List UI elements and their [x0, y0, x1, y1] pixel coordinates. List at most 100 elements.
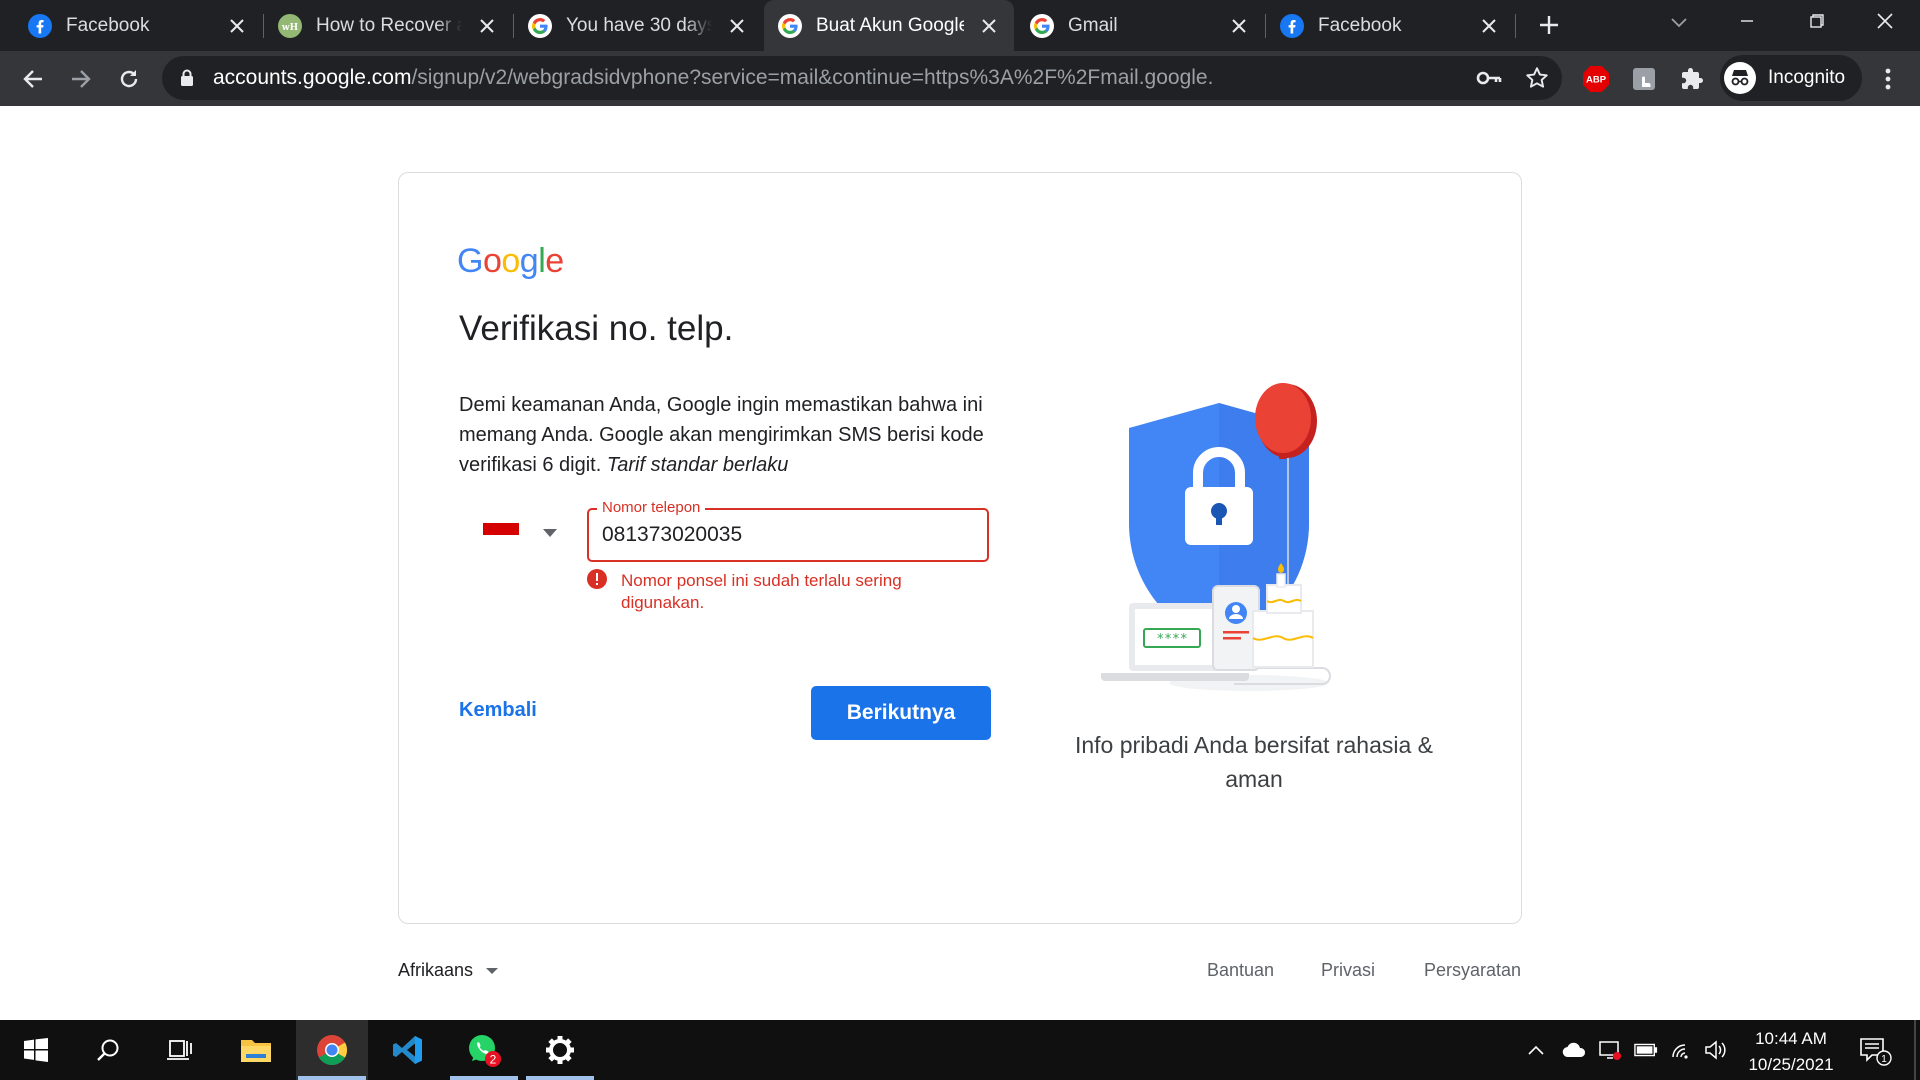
close-tab-icon[interactable] — [228, 17, 246, 35]
plus-icon — [1540, 16, 1558, 34]
whatsapp-badge: 2 — [490, 1053, 497, 1067]
wifi-icon[interactable] — [1670, 1038, 1694, 1062]
back-link[interactable]: Kembali — [459, 699, 537, 722]
clock-date: 10/25/2021 — [1748, 1055, 1834, 1074]
phone-value[interactable]: 081373020035 — [602, 523, 742, 547]
tab-gmail[interactable]: Gmail — [1016, 0, 1264, 51]
privacy-link[interactable]: Privasi — [1321, 960, 1375, 981]
google-icon — [1030, 14, 1054, 38]
search-icon — [97, 1039, 119, 1061]
facebook-icon — [1280, 14, 1304, 38]
next-button[interactable]: Berikutnya — [811, 686, 991, 740]
notification-center-icon[interactable]: 1 — [1858, 1036, 1892, 1066]
help-link[interactable]: Bantuan — [1207, 960, 1274, 981]
phone-label: Nomor telepon — [597, 499, 706, 517]
url-text: accounts.google.com/signup/v2/webgradsid… — [213, 66, 1213, 90]
close-tab-icon[interactable] — [980, 17, 998, 35]
onedrive-icon[interactable] — [1562, 1038, 1586, 1062]
incognito-badge[interactable]: Incognito — [1720, 55, 1862, 101]
close-icon — [1877, 13, 1893, 29]
chrome-app[interactable] — [296, 1020, 368, 1080]
close-tab-icon[interactable] — [1480, 17, 1498, 35]
notification-count: 1 — [1881, 1054, 1887, 1065]
facebook-icon — [28, 14, 52, 38]
language-selector[interactable]: Afrikaans — [398, 960, 499, 981]
task-view-icon — [167, 1040, 192, 1060]
close-tab-icon[interactable] — [478, 17, 496, 35]
page-title: Verifikasi no. telp. — [459, 309, 734, 348]
lock-icon — [180, 69, 194, 87]
signup-card: Google Verifikasi no. telp. Demi keamana… — [398, 172, 1522, 924]
start-button[interactable] — [0, 1020, 72, 1080]
settings-app[interactable] — [524, 1020, 596, 1080]
abp-label: ABP — [1586, 75, 1607, 86]
close-tab-icon[interactable] — [1230, 17, 1248, 35]
tab-title: Facebook — [1318, 15, 1402, 36]
clock[interactable]: 10:44 AM 10/25/2021 — [1736, 1026, 1846, 1078]
close-window-button[interactable] — [1852, 0, 1918, 42]
battery-icon[interactable] — [1634, 1038, 1658, 1062]
tab-strip: Facebook wH How to Recover a D You have … — [0, 0, 1920, 51]
search-button[interactable] — [72, 1020, 144, 1080]
file-explorer-app[interactable] — [220, 1020, 292, 1080]
key-icon[interactable] — [1476, 67, 1502, 89]
tab-facebook-1[interactable]: Facebook — [14, 0, 262, 51]
tab-title: Buat Akun Google — [816, 15, 964, 36]
clock-time: 10:44 AM — [1755, 1029, 1827, 1048]
whatsapp-icon: 2 — [469, 1035, 501, 1067]
vscode-icon — [393, 1036, 422, 1064]
language-label: Afrikaans — [398, 960, 474, 980]
tab-buat-akun-google[interactable]: Buat Akun Google — [764, 0, 1014, 51]
terms-link[interactable]: Persyaratan — [1424, 960, 1521, 981]
security-illustration: **** — [1099, 373, 1399, 713]
windows-icon — [24, 1038, 48, 1062]
tab-title: Gmail — [1068, 15, 1118, 36]
vscode-app[interactable] — [372, 1020, 444, 1080]
more-vert-icon — [1885, 68, 1891, 90]
task-view-button[interactable] — [144, 1020, 216, 1080]
description: Demi keamanan Anda, Google ingin memasti… — [459, 390, 1009, 480]
windows-taskbar: 2 10:44 AM 10/25/2021 1 — [0, 1020, 1920, 1080]
error-message: Nomor ponsel ini sudah terlalu sering di… — [621, 571, 902, 612]
whatsapp-app[interactable]: 2 — [448, 1020, 520, 1080]
close-tab-icon[interactable] — [728, 17, 746, 35]
tab-google-30days[interactable]: You have 30 days a — [514, 0, 762, 51]
address-bar[interactable]: accounts.google.com/signup/v2/webgradsid… — [162, 56, 1562, 100]
browser-toolbar: accounts.google.com/signup/v2/webgradsid… — [0, 51, 1920, 106]
show-desktop-button[interactable] — [1914, 1020, 1916, 1080]
abp-extension-icon[interactable]: ABP — [1581, 64, 1611, 94]
new-tab-button[interactable] — [1516, 4, 1582, 46]
incognito-icon — [1724, 62, 1756, 94]
phone-number-input[interactable]: Nomor telepon 081373020035 — [587, 499, 989, 562]
url-path: /signup/v2/webgradsidvphone?service=mail… — [411, 66, 1213, 89]
privacy-caption: Info pribadi Anda bersifat rahasia & ama… — [1074, 732, 1433, 792]
back-nav-button[interactable] — [18, 64, 48, 94]
password-mask: **** — [1156, 632, 1187, 647]
tab-title: You have 30 days a — [566, 15, 712, 36]
tab-search-button[interactable] — [1646, 2, 1712, 44]
tab-facebook-2[interactable]: Facebook — [1266, 0, 1514, 51]
gear-icon — [546, 1036, 574, 1064]
reload-icon — [120, 70, 138, 88]
chrome-icon — [317, 1035, 348, 1066]
arrow-left-icon — [23, 70, 42, 88]
menu-button[interactable] — [1873, 64, 1903, 94]
reload-button[interactable] — [114, 64, 144, 94]
country-flag-icon[interactable] — [483, 523, 519, 547]
volume-icon[interactable] — [1704, 1038, 1728, 1062]
error-icon — [587, 569, 607, 589]
google-icon — [528, 14, 552, 38]
restore-button[interactable] — [1784, 0, 1850, 42]
touch-extension-icon[interactable] — [1629, 64, 1659, 94]
tab-wikihow[interactable]: wH How to Recover a D — [264, 0, 512, 51]
minimize-button[interactable] — [1714, 0, 1780, 42]
forward-nav-button[interactable] — [66, 64, 96, 94]
star-icon[interactable] — [1524, 65, 1550, 91]
dropdown-arrow-icon — [485, 967, 499, 975]
chevron-up-icon[interactable] — [1524, 1038, 1548, 1062]
screen-record-icon[interactable] — [1598, 1038, 1622, 1062]
extensions-puzzle-icon[interactable] — [1677, 64, 1707, 94]
tab-title: Facebook — [66, 15, 150, 36]
google-icon — [778, 14, 802, 38]
country-dropdown-icon[interactable] — [541, 527, 559, 539]
